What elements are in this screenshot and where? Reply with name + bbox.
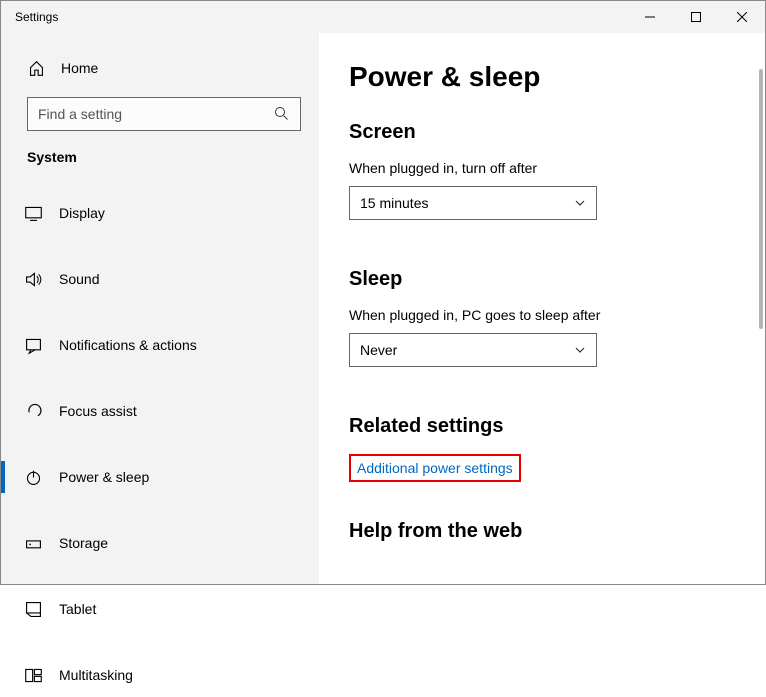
search-box[interactable] [27, 97, 301, 131]
sidebar-item-power-sleep[interactable]: Power & sleep [5, 455, 319, 499]
home-icon [27, 59, 45, 77]
maximize-button[interactable] [673, 1, 719, 33]
chevron-down-icon [574, 197, 586, 209]
notifications-icon [23, 335, 43, 355]
sleep-value: Never [360, 342, 397, 358]
sidebar-item-label: Storage [59, 535, 108, 551]
focus-assist-icon [23, 401, 43, 421]
sidebar-item-label: Focus assist [59, 403, 137, 419]
sleep-heading: Sleep [349, 268, 765, 291]
screen-off-label: When plugged in, turn off after [349, 160, 765, 176]
minimize-button[interactable] [627, 1, 673, 33]
additional-power-settings-link[interactable]: Additional power settings [349, 454, 521, 482]
multitasking-icon [23, 665, 43, 685]
screen-heading: Screen [349, 121, 765, 144]
chevron-down-icon [574, 344, 586, 356]
sidebar-item-sound[interactable]: Sound [5, 257, 319, 301]
sidebar-item-multitasking[interactable]: Multitasking [5, 653, 319, 697]
sidebar-item-tablet[interactable]: Tablet [5, 587, 319, 631]
sidebar-item-label: Sound [59, 271, 99, 287]
screen-off-dropdown[interactable]: 15 minutes [349, 186, 597, 220]
sidebar-item-storage[interactable]: Storage [5, 521, 319, 565]
home-label: Home [61, 60, 98, 76]
home-nav[interactable]: Home [5, 53, 319, 83]
help-heading: Help from the web [349, 520, 765, 543]
page-title: Power & sleep [349, 61, 765, 93]
section-label: System [5, 149, 319, 165]
titlebar: Settings [1, 1, 765, 33]
sidebar-item-label: Display [59, 205, 105, 221]
sidebar-item-label: Power & sleep [59, 469, 149, 485]
related-heading: Related settings [349, 415, 765, 438]
scrollbar-thumb[interactable] [759, 69, 763, 329]
sidebar-item-notifications[interactable]: Notifications & actions [5, 323, 319, 367]
sidebar-item-label: Multitasking [59, 667, 133, 683]
close-button[interactable] [719, 1, 765, 33]
sidebar: Home System Display Sound Notifica [1, 33, 319, 584]
window-title: Settings [15, 10, 58, 24]
main-content: Power & sleep Screen When plugged in, tu… [319, 33, 765, 584]
search-input[interactable] [38, 106, 274, 122]
power-icon [23, 467, 43, 487]
sleep-label: When plugged in, PC goes to sleep after [349, 307, 765, 323]
sidebar-item-display[interactable]: Display [5, 191, 319, 235]
sidebar-item-label: Tablet [59, 601, 96, 617]
sidebar-item-focus-assist[interactable]: Focus assist [5, 389, 319, 433]
sound-icon [23, 269, 43, 289]
scrollbar[interactable] [759, 69, 763, 584]
sleep-dropdown[interactable]: Never [349, 333, 597, 367]
search-icon [274, 106, 290, 122]
screen-off-value: 15 minutes [360, 195, 428, 211]
tablet-icon [23, 599, 43, 619]
sidebar-item-label: Notifications & actions [59, 337, 197, 353]
storage-icon [23, 533, 43, 553]
display-icon [23, 203, 43, 223]
